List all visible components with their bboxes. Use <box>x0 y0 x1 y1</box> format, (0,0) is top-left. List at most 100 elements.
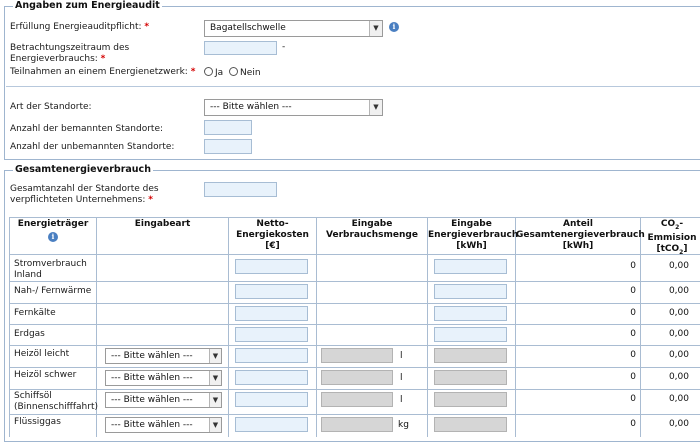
anteil-value: 0 <box>630 372 636 382</box>
gesamtanzahl-input[interactable] <box>204 182 277 197</box>
zeitraum-start-input[interactable] <box>204 41 277 55</box>
verbrauch-input[interactable] <box>434 370 507 385</box>
eingabeart-select[interactable]: --- Bitte wählen --- ▼ <box>105 417 222 433</box>
chevron-down-icon: ▼ <box>209 371 221 385</box>
chevron-down-icon: ▼ <box>209 393 221 407</box>
col-line <box>9 217 10 437</box>
verbrauch-input[interactable] <box>434 306 507 321</box>
row-line <box>9 281 700 282</box>
verbrauch-input[interactable] <box>434 417 507 432</box>
table-row-name: Flüssiggas <box>14 417 61 427</box>
header-verbrauch: Eingabe Energieverbrauch [kWh] <box>428 219 519 251</box>
co2-value: 0,00 <box>668 394 689 404</box>
header-kosten: Netto- Energiekosten [€] <box>236 219 309 251</box>
co2-value: 0,00 <box>668 329 689 339</box>
verbrauch-input[interactable] <box>434 327 507 342</box>
verbrauch-input[interactable] <box>434 284 507 299</box>
row-line <box>9 367 700 368</box>
required-mark: * <box>190 67 196 77</box>
co2-value: 0,00 <box>668 261 689 271</box>
anteil-value: 0 <box>630 261 636 271</box>
anteil-value: 0 <box>630 286 636 296</box>
netzwerk-label: Teilnahmen an einem Energienetzwerk: * <box>10 67 196 77</box>
energieaudit-legend: Angaben zum Energieaudit <box>13 0 162 11</box>
netzwerk-options: Ja Nein <box>204 67 261 79</box>
row-line <box>9 303 700 304</box>
anteil-value: 0 <box>630 308 636 318</box>
standorte-select[interactable]: --- Bitte wählen --- ▼ <box>204 99 383 116</box>
header-co2: CO2- Emmision [tCO2] <box>647 219 697 256</box>
co2-value: 0,00 <box>668 350 689 360</box>
chevron-down-icon: ▼ <box>209 349 221 363</box>
verbrauch-input[interactable] <box>434 348 507 363</box>
table-row-name: Nah-/ Fernwärme <box>14 286 92 296</box>
verbrauch-input[interactable] <box>434 259 507 274</box>
chevron-down-icon: ▼ <box>369 100 382 115</box>
row-line <box>9 345 700 346</box>
table-row-name: Stromverbrauch Inland <box>14 259 87 280</box>
radio-nein[interactable] <box>229 67 239 76</box>
menge-input[interactable] <box>321 392 393 407</box>
bemannt-input[interactable] <box>204 120 252 135</box>
zeitraum-separator: - <box>282 42 286 52</box>
row-line <box>9 254 700 255</box>
table-row-name: Schiffsöl (Binnenschifffahrt) <box>14 391 99 412</box>
row-line <box>9 389 700 390</box>
pflicht-label: Erfüllung Energieauditpflicht: * <box>10 22 150 32</box>
menge-unit: l <box>400 351 403 361</box>
header-menge: Eingabe Verbrauchsmenge <box>326 219 418 240</box>
table-row-name: Fernkälte <box>14 308 56 318</box>
anteil-value: 0 <box>630 329 636 339</box>
kosten-input[interactable] <box>235 370 308 385</box>
verbrauch-input[interactable] <box>434 392 507 407</box>
chevron-down-icon: ▼ <box>369 21 382 36</box>
unbemannt-label: Anzahl der unbemannten Standorte: <box>10 142 175 152</box>
menge-input[interactable] <box>321 370 393 385</box>
required-mark: * <box>144 22 150 32</box>
co2-value: 0,00 <box>668 286 689 296</box>
info-icon[interactable]: i <box>389 22 399 32</box>
menge-input[interactable] <box>321 417 393 432</box>
eingabeart-select[interactable]: --- Bitte wählen --- ▼ <box>105 348 222 364</box>
kosten-input[interactable] <box>235 306 308 321</box>
required-mark: * <box>100 54 106 64</box>
kosten-input[interactable] <box>235 392 308 407</box>
table-row-name: Heizöl schwer <box>14 370 77 380</box>
required-mark: * <box>148 195 153 205</box>
zeitraum-label: Betrachtungszeitraum des Energieverbrauc… <box>10 43 130 64</box>
chevron-down-icon: ▼ <box>209 418 221 432</box>
eingabeart-select[interactable]: --- Bitte wählen --- ▼ <box>105 392 222 408</box>
kosten-input[interactable] <box>235 327 308 342</box>
pflicht-select[interactable]: Bagatellschwelle ▼ <box>204 20 383 37</box>
table-row-name: Heizöl leicht <box>14 349 70 359</box>
gesamtanzahl-label: Gesamtanzahl der Standorte des verpflich… <box>10 184 159 205</box>
menge-input[interactable] <box>321 348 393 363</box>
header-energietraeger: Energieträger i <box>17 219 89 242</box>
kosten-input[interactable] <box>235 259 308 274</box>
bemannt-label: Anzahl der bemannten Standorte: <box>10 124 164 134</box>
header-eingabeart: Eingabeart <box>134 219 191 229</box>
anteil-value: 0 <box>630 394 636 404</box>
anteil-value: 0 <box>630 419 636 429</box>
anteil-value: 0 <box>630 350 636 360</box>
co2-value: 0,00 <box>668 419 689 429</box>
row-line <box>9 414 700 415</box>
divider <box>6 86 700 87</box>
row-line <box>9 217 700 218</box>
kosten-input[interactable] <box>235 348 308 363</box>
gesamtenergie-legend: Gesamtenergieverbrauch <box>13 164 153 175</box>
menge-unit: l <box>400 373 403 383</box>
standorte-label: Art der Standorte: <box>10 102 92 112</box>
co2-value: 0,00 <box>668 308 689 318</box>
row-line <box>9 324 700 325</box>
radio-ja[interactable] <box>204 67 213 76</box>
col-line <box>316 217 317 437</box>
kosten-input[interactable] <box>235 417 308 432</box>
unbemannt-input[interactable] <box>204 139 252 154</box>
table-row-name: Erdgas <box>14 329 45 339</box>
menge-unit: l <box>400 395 403 405</box>
co2-value: 0,00 <box>668 372 689 382</box>
kosten-input[interactable] <box>235 284 308 299</box>
eingabeart-select[interactable]: --- Bitte wählen --- ▼ <box>105 370 222 386</box>
info-icon[interactable]: i <box>48 232 58 242</box>
